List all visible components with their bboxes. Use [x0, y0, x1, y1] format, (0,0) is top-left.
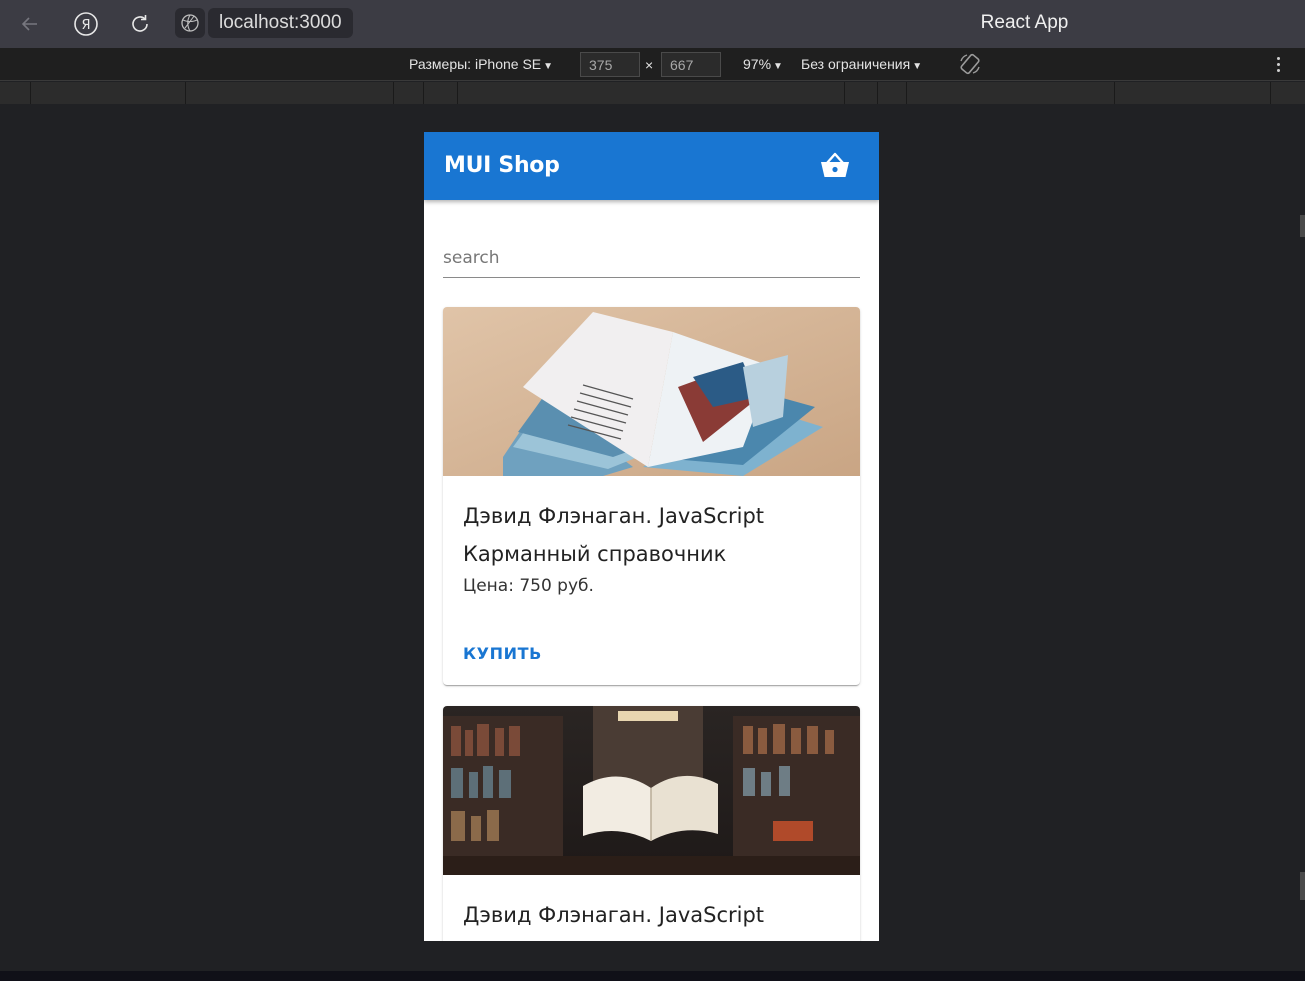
dot-icon: [1276, 68, 1280, 72]
taskbar-strip: [0, 971, 1305, 981]
caret-down-icon: ▼: [912, 61, 923, 72]
search-input[interactable]: [443, 240, 860, 276]
throttle-dropdown[interactable]: Без ограничения ▼: [801, 56, 922, 72]
product-image: [443, 307, 860, 476]
dot-icon: [1276, 62, 1280, 66]
buy-button[interactable]: КУПИТЬ: [463, 644, 542, 663]
throttle-label: Без ограничения: [801, 56, 911, 72]
ruler-divider: [906, 82, 907, 104]
device-dimensions-dropdown[interactable]: Размеры: iPhone SE ▼: [409, 56, 553, 72]
media-query-ruler[interactable]: [0, 82, 1305, 104]
zoom-dropdown[interactable]: 97% ▼: [743, 56, 783, 72]
ruler-divider: [1270, 82, 1271, 104]
scrollbar-thumb[interactable]: [1300, 872, 1305, 900]
device-height-input[interactable]: [661, 52, 721, 77]
product-title: Дэвид Флэнаган. JavaScript: [463, 903, 765, 927]
ruler-divider: [1114, 82, 1115, 104]
zoom-label: 97%: [743, 56, 772, 72]
rotate-button[interactable]: [958, 52, 982, 76]
open-book-photo: [443, 307, 860, 476]
product-title: Дэвид Флэнаган. JavaScript Карманный спр…: [463, 504, 765, 566]
library-book-photo: [443, 706, 860, 875]
app-title: MUI Shop: [444, 153, 560, 178]
ruler-divider: [185, 82, 186, 104]
product-price: Цена: 750 руб.: [463, 576, 594, 596]
scrollbar-thumb[interactable]: [1300, 215, 1305, 237]
caret-down-icon: ▼: [773, 61, 783, 72]
app-header: MUI Shop: [424, 132, 879, 200]
cart-button[interactable]: [818, 150, 852, 182]
window-title: React App: [0, 12, 1305, 34]
ruler-divider: [844, 82, 845, 104]
dimension-separator: ×: [645, 57, 654, 73]
ruler-divider: [877, 82, 878, 104]
rotate-icon: [960, 53, 980, 75]
device-toolbar: Размеры: iPhone SE▼ × 97%▼ Без ограничен…: [0, 48, 1305, 81]
browser-toolbar: Я localhost:3000 React App: [0, 0, 1305, 48]
window-title-text: React App: [980, 12, 1069, 33]
ruler-divider: [393, 82, 394, 104]
device-dimensions-label: Размеры: iPhone SE: [409, 56, 542, 72]
search-field: [443, 240, 860, 278]
ruler-divider: [30, 82, 31, 104]
product-image: [443, 706, 860, 875]
ruler-divider: [457, 82, 458, 104]
shopping-basket-icon: [821, 152, 849, 177]
caret-down-icon: ▼: [543, 61, 554, 72]
dot-icon: [1276, 56, 1280, 60]
product-card: Дэвид Флэнаган. JavaScript Карманный спр…: [443, 307, 860, 685]
device-viewport: MUI Shop search Дэвид Флэнаган. JavaScri…: [424, 132, 879, 941]
ruler-divider: [423, 82, 424, 104]
device-width-input[interactable]: [580, 52, 640, 77]
product-card: Дэвид Флэнаган. JavaScript: [443, 706, 860, 941]
more-options-button[interactable]: [1268, 54, 1288, 74]
